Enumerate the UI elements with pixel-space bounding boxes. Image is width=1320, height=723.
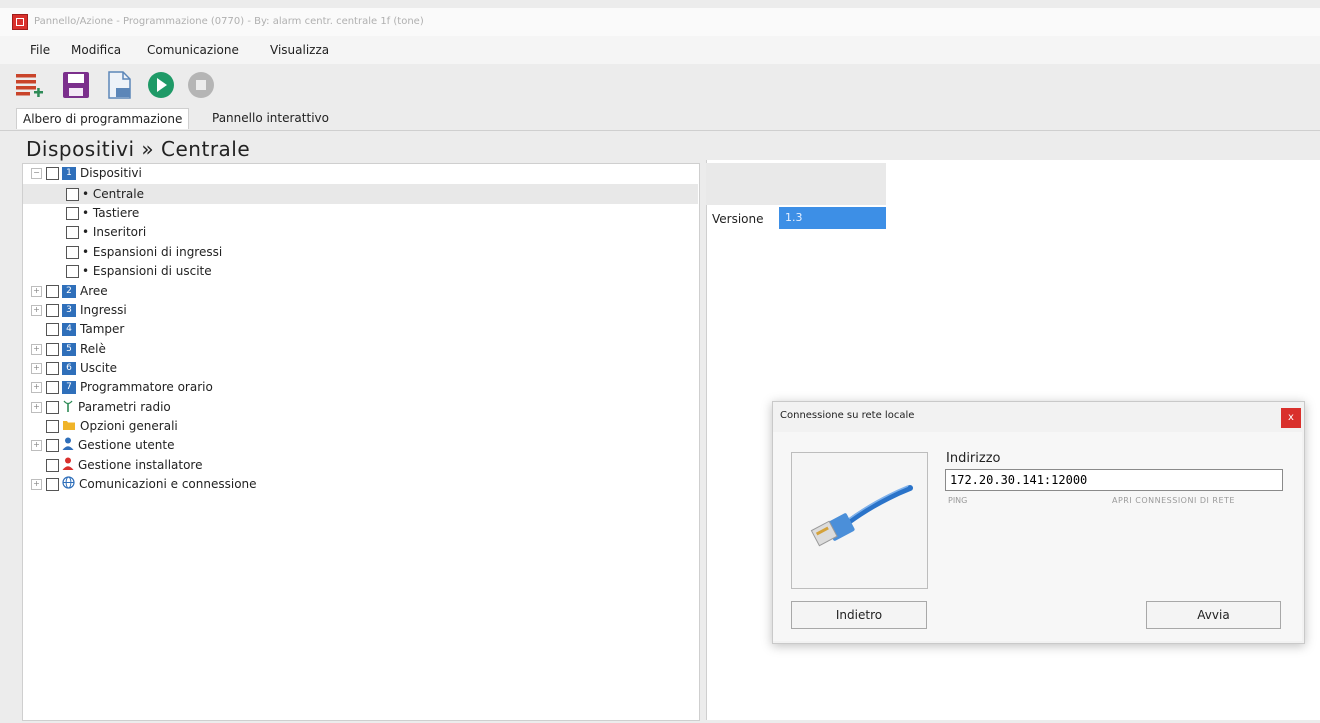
version-label: Versione (712, 212, 764, 226)
tree-checkbox[interactable] (46, 478, 59, 491)
ping-link[interactable]: PING (948, 496, 967, 505)
tree-checkbox[interactable] (46, 459, 59, 472)
tree-node-opzioni-generali[interactable]: Opzioni generali (46, 417, 178, 435)
expand-icon[interactable]: + (31, 305, 42, 316)
tree-checkbox[interactable] (46, 381, 59, 394)
tree-node-programmatore-orario[interactable]: +7 Programmatore orario (31, 378, 213, 396)
tree-node-uscite[interactable]: +6 Uscite (31, 359, 117, 377)
page-title: Dispositivi » Centrale (26, 137, 251, 161)
tree-checkbox[interactable] (46, 362, 59, 375)
tree-checkbox[interactable] (46, 420, 59, 433)
tree-node-inseritori[interactable]: • Inseritori (66, 223, 146, 241)
save-icon[interactable] (61, 70, 91, 100)
tree-node-centrale[interactable]: • Centrale (66, 185, 144, 203)
tree-checkbox[interactable] (46, 285, 59, 298)
list-add-icon[interactable] (14, 70, 44, 100)
start-button[interactable]: Avvia (1146, 601, 1281, 629)
tab-bar (0, 106, 1320, 131)
globe-icon (62, 475, 75, 494)
menu-comunicazione[interactable]: Comunicazione (147, 43, 239, 57)
expand-icon[interactable]: + (31, 286, 42, 297)
radio-antenna-icon (62, 399, 74, 417)
tree-checkbox[interactable] (46, 167, 59, 180)
details-header (706, 163, 886, 205)
tree-node-tamper[interactable]: 4 Tamper (46, 320, 124, 338)
close-button[interactable]: x (1281, 408, 1301, 428)
expand-icon[interactable]: + (31, 382, 42, 393)
tree-node-espansioni-ingressi[interactable]: • Espansioni di ingressi (66, 243, 222, 261)
dialog-title: Connessione su rete locale (780, 410, 915, 421)
tab-albero-programmazione[interactable]: Albero di programmazione (16, 108, 190, 129)
tree-checkbox[interactable] (46, 401, 59, 414)
app-icon (12, 14, 28, 30)
menu-file[interactable]: File (30, 43, 50, 57)
folder-icon (62, 418, 76, 436)
tree-checkbox[interactable] (66, 265, 79, 278)
version-value[interactable]: 1.3 (779, 207, 886, 229)
address-input[interactable] (945, 469, 1283, 491)
expand-icon[interactable]: + (31, 363, 42, 374)
stop-icon[interactable] (186, 70, 216, 100)
tree-checkbox[interactable] (46, 439, 59, 452)
open-network-connections-link[interactable]: APRI CONNESSIONI DI RETE (1112, 496, 1235, 505)
export-document-icon[interactable] (104, 70, 134, 100)
collapse-icon[interactable]: − (31, 168, 42, 179)
play-icon[interactable] (146, 70, 176, 100)
expand-icon[interactable]: + (31, 344, 42, 355)
tree-checkbox[interactable] (46, 304, 59, 317)
tree-checkbox[interactable] (66, 226, 79, 239)
installer-user-icon (62, 457, 74, 475)
tree-node-ingressi[interactable]: +3 Ingressi (31, 301, 127, 319)
window-title: Pannello/Azione - Programmazione (0770) … (34, 16, 424, 27)
tree-checkbox[interactable] (46, 323, 59, 336)
user-icon (62, 437, 74, 455)
menu-visualizza[interactable]: Visualizza (270, 43, 329, 57)
tree-node-aree[interactable]: +2 Aree (31, 282, 108, 300)
tree-node-gestione-installatore[interactable]: Gestione installatore (46, 456, 203, 474)
tree-checkbox[interactable] (66, 188, 79, 201)
tree-node-parametri-radio[interactable]: + Parametri radio (31, 398, 171, 416)
tree-node-dispositivi[interactable]: −1 Dispositivi (31, 164, 142, 182)
ethernet-cable-image (791, 452, 928, 589)
expand-icon[interactable]: + (31, 440, 42, 451)
menu-modifica[interactable]: Modifica (71, 43, 121, 57)
address-label: Indirizzo (946, 451, 1001, 466)
tab-pannello-interattivo[interactable]: Pannello interattivo (206, 108, 335, 128)
tree-node-tastiere[interactable]: • Tastiere (66, 204, 139, 222)
tree-node-gestione-utente[interactable]: + Gestione utente (31, 436, 175, 454)
expand-icon[interactable]: + (31, 479, 42, 490)
expand-icon[interactable]: + (31, 402, 42, 413)
back-button[interactable]: Indietro (791, 601, 927, 629)
tree-checkbox[interactable] (66, 246, 79, 259)
tree-checkbox[interactable] (66, 207, 79, 220)
tree-node-rele[interactable]: +5 Relè (31, 340, 106, 358)
tree-node-espansioni-uscite[interactable]: • Espansioni di uscite (66, 262, 212, 280)
tree-node-comunicazioni-connessione[interactable]: + Comunicazioni e connessione (31, 475, 257, 493)
tree-checkbox[interactable] (46, 343, 59, 356)
